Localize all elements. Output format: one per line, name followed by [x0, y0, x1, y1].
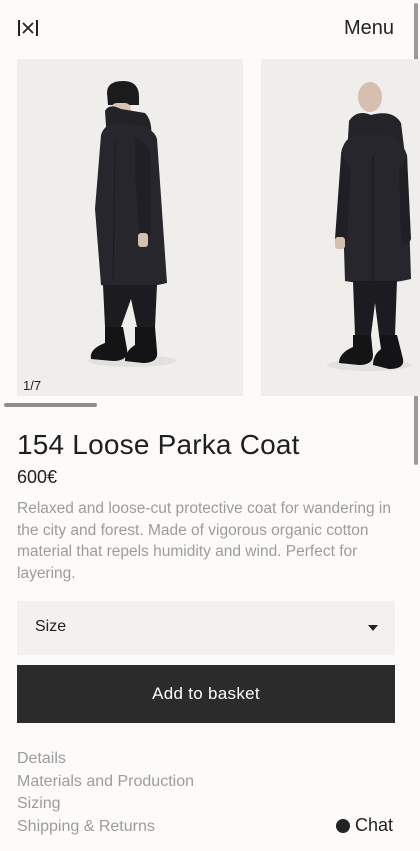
size-select-label: Size — [35, 618, 67, 635]
product-image-1[interactable]: 1/7 — [17, 59, 243, 396]
menu-button[interactable]: Menu — [344, 17, 394, 40]
product-title: 154 Loose Parka Coat — [17, 429, 300, 460]
model-figure-side-view — [88, 81, 176, 367]
product-price: 600€ — [17, 467, 58, 487]
model-figure-front-view — [327, 82, 411, 371]
sizing-link[interactable]: Sizing — [17, 793, 194, 816]
details-link[interactable]: Details — [17, 748, 194, 771]
brand-logo-icon[interactable] — [17, 18, 39, 38]
product-info-links: Details Materials and Production Sizing … — [17, 748, 194, 839]
chevron-down-icon — [368, 625, 378, 631]
product-image-2[interactable] — [261, 59, 420, 396]
chat-button[interactable]: Chat — [336, 815, 393, 836]
header: Menu — [0, 0, 420, 58]
chat-label: Chat — [355, 815, 394, 835]
chat-dot-icon — [336, 818, 350, 833]
image-counter: 1/7 — [23, 378, 42, 393]
product-description: Relaxed and loose-cut protective coat fo… — [17, 500, 391, 582]
product-image-gallery[interactable]: 1/7 — [0, 59, 420, 396]
shipping-and-returns-link[interactable]: Shipping & Returns — [17, 816, 194, 839]
size-select[interactable]: Size — [17, 601, 395, 655]
gallery-scroll-indicator[interactable] — [4, 403, 97, 407]
add-to-basket-button[interactable]: Add to basket — [17, 665, 395, 723]
materials-and-production-link[interactable]: Materials and Production — [17, 771, 194, 794]
